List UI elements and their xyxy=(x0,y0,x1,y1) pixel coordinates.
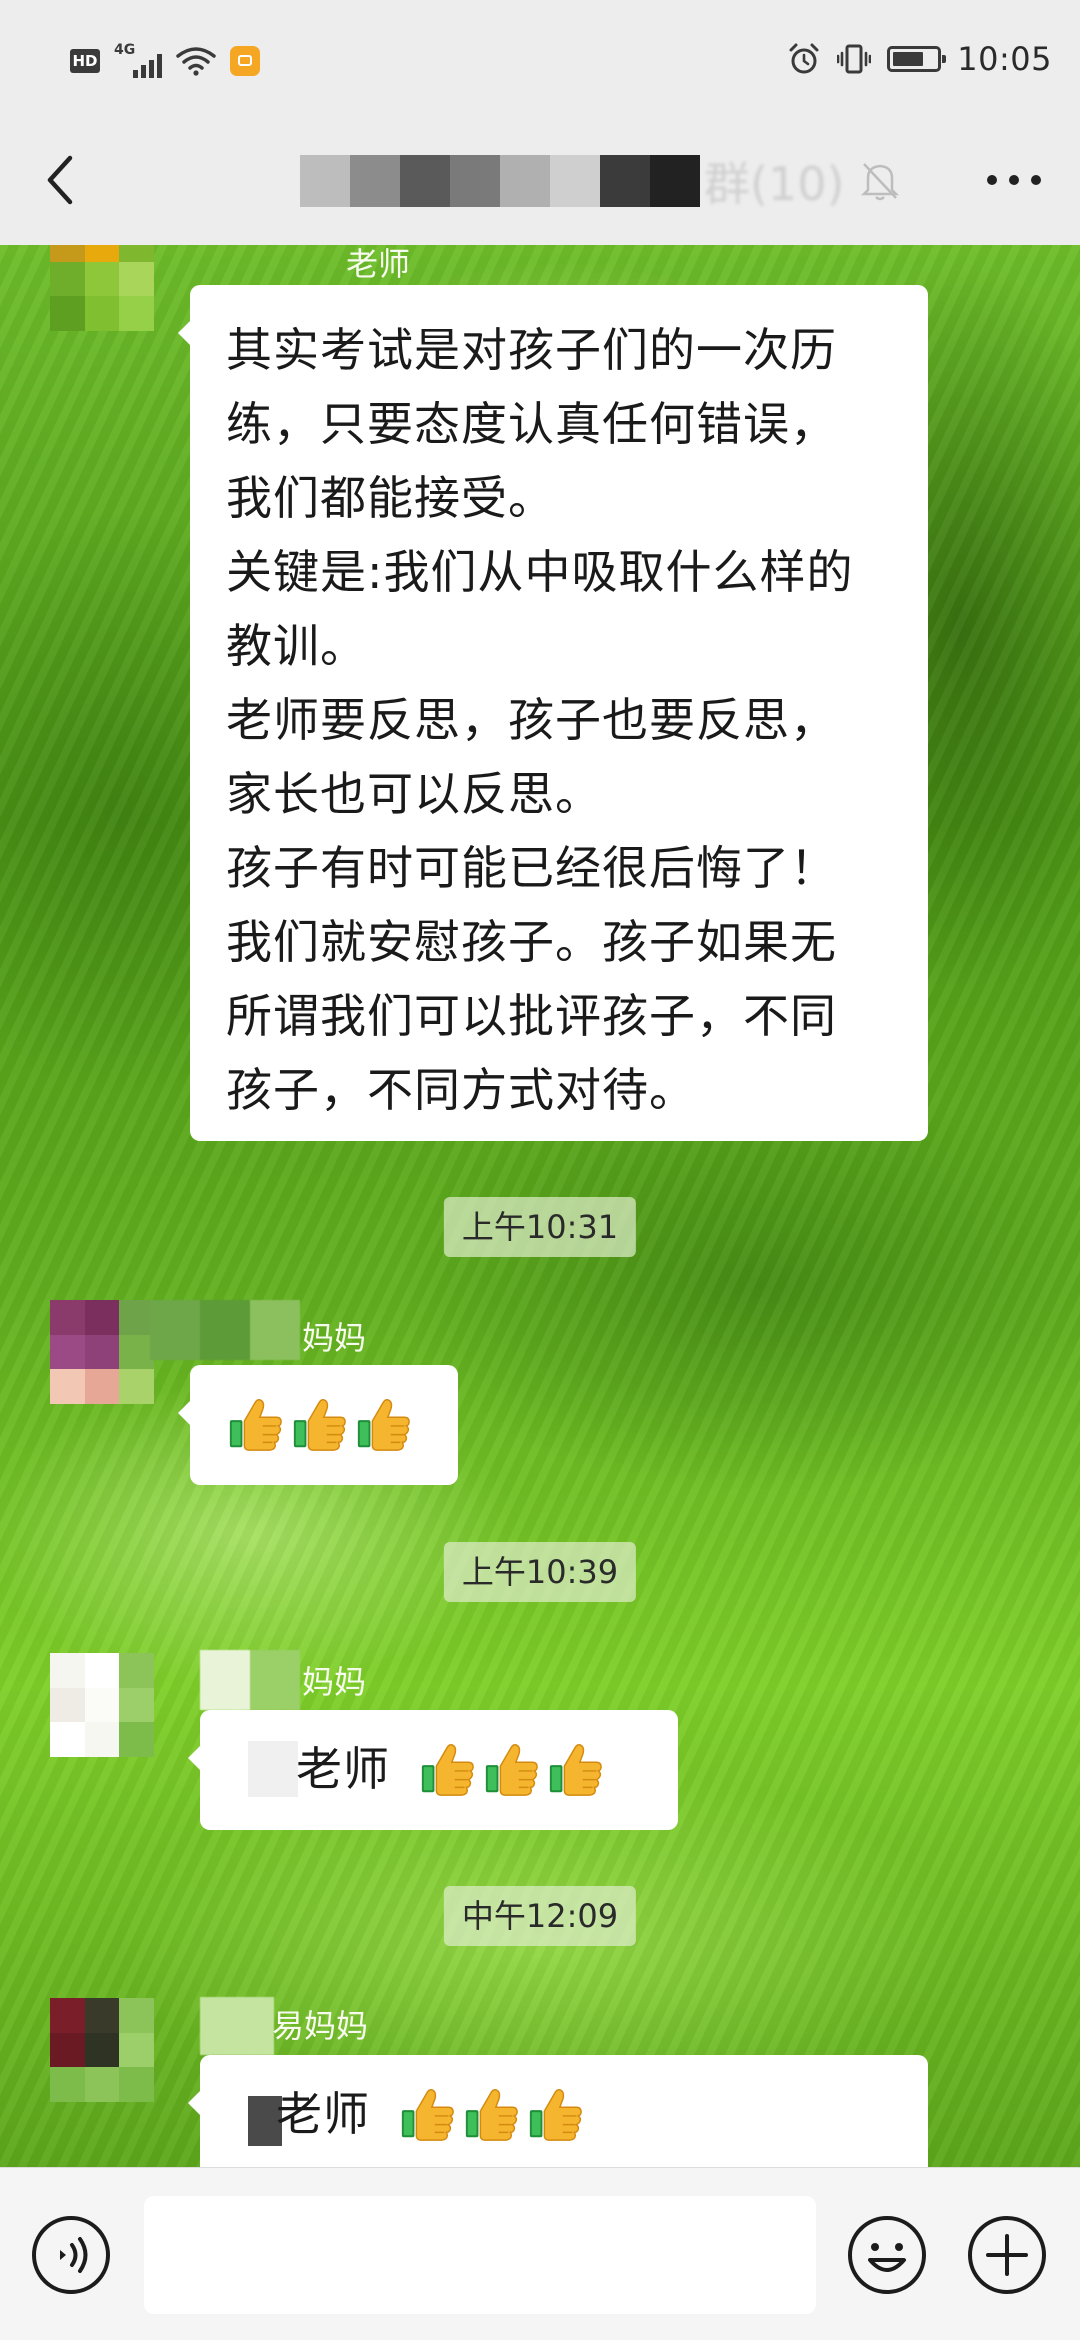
message-timestamp: 上午10:39 xyxy=(443,1542,637,1602)
thumbs-up-icon xyxy=(546,1740,604,1798)
thumbs-up-icon xyxy=(398,2085,456,2143)
message-timestamp: 上午10:31 xyxy=(443,1197,637,1257)
redacted-name xyxy=(150,1300,300,1360)
status-bar: HD 4G 10:05 xyxy=(0,0,1080,120)
sender-name: 老师 xyxy=(346,245,411,283)
chat-title-text: 群(10) xyxy=(704,157,845,211)
thumbs-up-icon xyxy=(526,2085,584,2143)
thumbs-up-icon xyxy=(290,1395,348,1453)
avatar[interactable] xyxy=(50,245,154,331)
thumbs-up-icon xyxy=(418,1740,476,1798)
chat-header: 群(10) xyxy=(0,120,1080,245)
chat-title: 群(10) xyxy=(300,148,900,214)
message-text: 老师 xyxy=(276,2087,370,2141)
sender-name: 妈妈 xyxy=(302,1663,367,1701)
redacted-name xyxy=(200,1650,300,1710)
thumbs-up-emoji-group xyxy=(226,1395,412,1453)
app-notification-icon xyxy=(230,46,260,76)
alarm-clock-icon xyxy=(789,43,819,74)
voice-icon[interactable] xyxy=(30,2214,112,2296)
thumbs-up-icon xyxy=(462,2085,520,2143)
plus-circle-icon[interactable] xyxy=(966,2214,1048,2296)
vibrate-icon xyxy=(837,44,872,74)
status-left-icons: HD 4G xyxy=(70,42,260,78)
message-bubble[interactable]: 其实考试是对孩子们的一次历 练，只要态度认真任何错误， 我们都能接受。 关键是:… xyxy=(178,285,928,1141)
thumbs-up-emoji-group xyxy=(398,2085,584,2143)
message-timestamp: 中午12:09 xyxy=(443,1886,637,1946)
thumbs-up-emoji-group xyxy=(418,1740,604,1798)
hd-voice-icon: HD xyxy=(70,49,100,73)
message-bubble[interactable] xyxy=(178,1365,458,1485)
sender-name: 妈妈 xyxy=(302,1319,367,1357)
status-right-icons: 10:05 xyxy=(787,40,1052,78)
chat-input-bar xyxy=(0,2167,1080,2340)
chat-message-list[interactable]: 老师 其实考试是对孩子们的一次历 练，只要态度认真任何错误， 我们都能接受。 关… xyxy=(0,245,1080,2167)
thumbs-up-icon xyxy=(482,1740,540,1798)
cellular-signal-icon: 4G xyxy=(114,42,162,78)
status-time: 10:05 xyxy=(957,40,1052,78)
message-input[interactable] xyxy=(144,2196,816,2314)
message-text: 老师 xyxy=(296,1742,390,1796)
redacted-name xyxy=(200,1997,274,2055)
thumbs-up-icon xyxy=(226,1395,284,1453)
message-text: 其实考试是对孩子们的一次历 练，只要态度认真任何错误， 我们都能接受。 关键是:… xyxy=(226,323,854,1117)
redacted-group-name xyxy=(300,155,700,207)
message-bubble[interactable]: 老师 xyxy=(188,1710,678,1830)
more-dots-icon[interactable] xyxy=(982,160,1046,200)
avatar[interactable] xyxy=(50,1998,154,2102)
emoji-icon[interactable] xyxy=(846,2214,928,2296)
message-bubble[interactable]: 老师 xyxy=(188,2055,928,2167)
wechat-group-chat-screen: HD 4G 10:05 群(10) 老师 其实考试是对孩子们的一次历 练，只要态… xyxy=(0,0,1080,2340)
wifi-icon xyxy=(176,47,216,76)
chevron-left-icon[interactable] xyxy=(40,150,80,210)
thumbs-up-icon xyxy=(354,1395,412,1453)
sender-name: 易妈妈 xyxy=(272,2007,369,2045)
bell-muted-icon xyxy=(861,163,900,201)
battery-icon xyxy=(887,46,947,72)
avatar[interactable] xyxy=(50,1300,154,1404)
avatar[interactable] xyxy=(50,1653,154,1757)
redacted-text xyxy=(248,1741,298,1797)
